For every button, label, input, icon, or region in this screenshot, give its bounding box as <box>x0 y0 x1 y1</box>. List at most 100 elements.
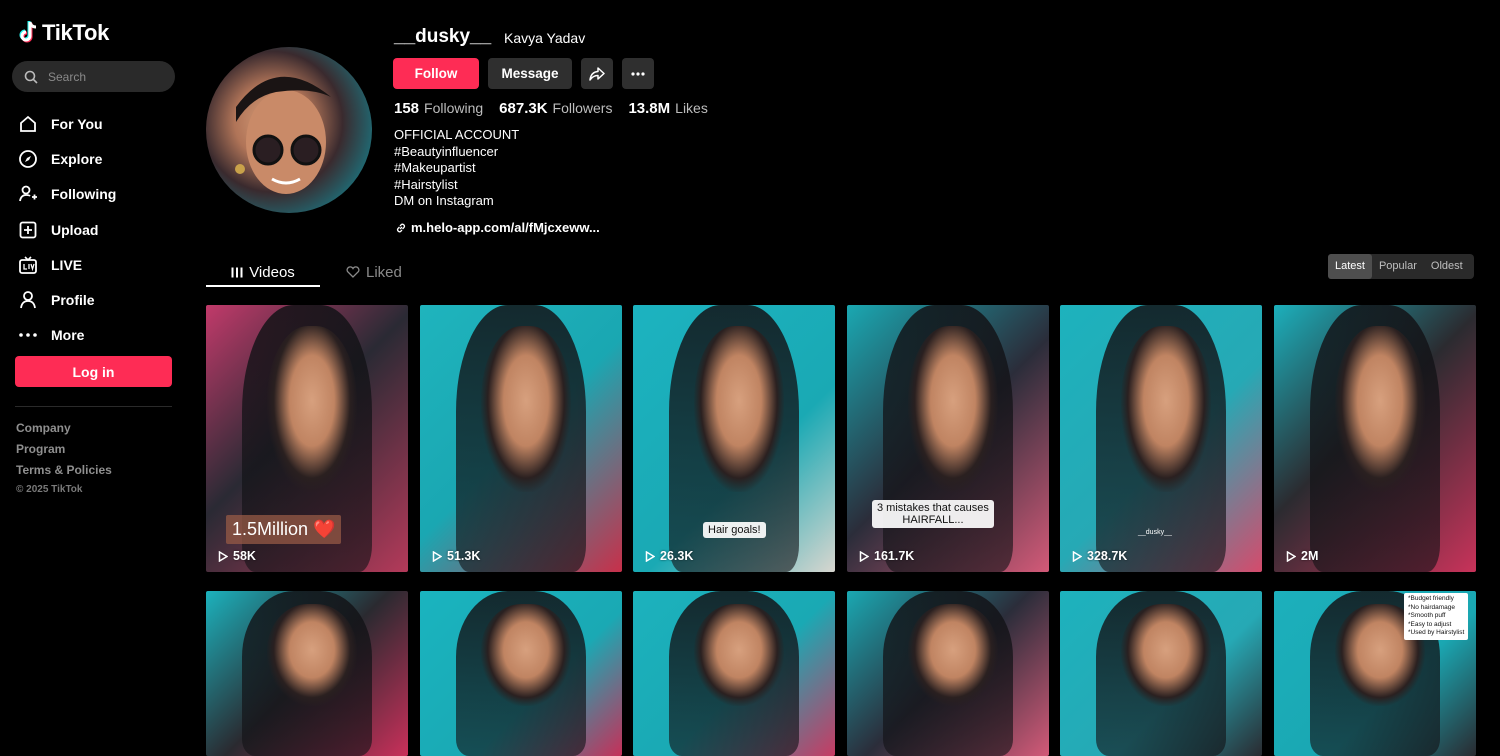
more-icon <box>18 325 38 345</box>
sidebar-item-for-you[interactable]: For You <box>18 106 178 141</box>
profile-link[interactable]: m.helo-app.com/al/fMjcxeww... <box>395 220 600 235</box>
view-count: 58K <box>233 549 256 563</box>
profile-link-text: m.helo-app.com/al/fMjcxeww... <box>411 220 600 235</box>
home-icon <box>18 114 38 134</box>
search-icon <box>24 70 38 84</box>
sidebar: TikTok For You Explore Following Upload … <box>0 0 190 756</box>
profile-avatar <box>206 47 372 213</box>
view-count: 26.3K <box>660 549 694 563</box>
link-icon <box>396 223 406 232</box>
sidebar-item-upload[interactable]: Upload <box>18 212 178 247</box>
message-button[interactable]: Message <box>488 58 572 89</box>
video-caption: 3 mistakes that causes HAIRFALL... <box>872 500 994 528</box>
profile-username: __dusky__ <box>394 26 492 47</box>
share-button[interactable] <box>581 58 613 89</box>
sort-oldest[interactable]: Oldest <box>1424 254 1470 279</box>
video-thumbnail-face <box>1120 604 1212 707</box>
sidebar-item-live[interactable]: LIVE <box>18 247 178 282</box>
sidebar-item-label: Following <box>51 186 117 203</box>
video-card[interactable] <box>1060 591 1262 756</box>
video-thumbnail-face <box>480 326 572 492</box>
video-watermark: __dusky__ <box>1138 529 1172 536</box>
video-card[interactable]: 2M <box>1274 305 1476 572</box>
login-button[interactable]: Log in <box>15 356 172 387</box>
footer-link-program[interactable]: Program <box>16 442 112 463</box>
bio-line: #Makeupartist <box>394 160 476 175</box>
follow-button[interactable]: Follow <box>393 58 479 89</box>
tiktok-logo[interactable]: TikTok <box>18 20 109 46</box>
avatar-image <box>235 76 331 194</box>
sidebar-item-profile[interactable]: Profile <box>18 282 178 317</box>
video-card[interactable]: Hair goals! 26.3K <box>633 305 835 572</box>
video-views: 328.7K <box>1072 549 1127 563</box>
video-views: 51.3K <box>432 549 480 563</box>
profile-stats: 158 Following 687.3K Followers 13.8M Lik… <box>394 100 724 117</box>
video-card[interactable] <box>420 591 622 756</box>
profile-bio: OFFICIAL ACCOUNT #Beautyinfluencer #Make… <box>394 127 519 210</box>
video-thumbnail-face <box>480 604 572 707</box>
compass-icon <box>18 149 38 169</box>
live-icon <box>18 255 38 275</box>
tiktok-wordmark: TikTok <box>42 20 110 45</box>
sort-latest[interactable]: Latest <box>1328 254 1372 279</box>
sort-popular[interactable]: Popular <box>1372 254 1424 279</box>
video-views: 161.7K <box>859 549 914 563</box>
sidebar-item-label: Explore <box>51 150 103 167</box>
tab-videos-label: Videos <box>249 263 295 281</box>
view-count: 2M <box>1301 549 1319 563</box>
following-label: Following <box>424 100 484 116</box>
play-icon <box>218 550 228 562</box>
more-options-button[interactable] <box>622 58 654 89</box>
ellipsis-icon <box>631 71 645 76</box>
play-icon <box>1072 550 1082 562</box>
following-count[interactable]: 158 <box>394 100 419 117</box>
video-note: *Budget friendly *No hairdamage *Smooth … <box>1404 593 1469 640</box>
play-icon <box>432 550 442 562</box>
search-box[interactable] <box>12 61 175 92</box>
video-card[interactable]: 3 mistakes that causes HAIRFALL... 161.7… <box>847 305 1049 572</box>
search-input[interactable] <box>46 68 170 85</box>
videos-grid-icon <box>231 267 243 277</box>
footer-link-terms[interactable]: Terms & Policies <box>16 463 112 484</box>
video-caption: Hair goals! <box>703 522 766 538</box>
footer-link-company[interactable]: Company <box>16 421 112 442</box>
sidebar-item-following[interactable]: Following <box>18 177 178 212</box>
view-count: 51.3K <box>447 549 481 563</box>
video-card[interactable] <box>847 591 1049 756</box>
video-card[interactable]: 51.3K <box>420 305 622 572</box>
video-views: 26.3K <box>645 549 693 563</box>
video-overlay-text: 1.5Million ❤️ <box>226 515 342 544</box>
video-thumbnail-face <box>266 326 358 492</box>
sidebar-item-explore[interactable]: Explore <box>18 141 178 176</box>
tab-liked[interactable]: Liked <box>346 259 402 285</box>
play-icon <box>645 550 655 562</box>
view-count: 161.7K <box>874 549 915 563</box>
bio-line: OFFICIAL ACCOUNT <box>394 127 520 142</box>
sidebar-nav: For You Explore Following Upload LIVE Pr… <box>18 106 178 353</box>
video-views: 2M <box>1286 549 1318 563</box>
sidebar-divider <box>15 406 172 407</box>
sidebar-item-label: LIVE <box>51 256 83 273</box>
video-card[interactable]: 1.5Million ❤️ 58K <box>206 305 408 572</box>
bio-line: #Hairstylist <box>394 176 458 192</box>
tab-videos[interactable]: Videos <box>206 259 320 287</box>
sidebar-item-label: More <box>51 327 85 344</box>
bio-line: #Beautyinfluencer <box>394 143 499 159</box>
followers-label: Followers <box>552 100 613 116</box>
profile-nickname: Kavya Yadav <box>504 30 586 46</box>
liked-heart-icon <box>346 266 360 278</box>
sidebar-item-more[interactable]: More <box>18 318 178 353</box>
video-card[interactable]: __dusky__ 328.7K <box>1060 305 1262 572</box>
tiktok-logo-icon <box>19 21 37 43</box>
likes-label: Likes <box>675 100 708 116</box>
video-thumbnail-face <box>1334 326 1426 492</box>
sidebar-item-label: Profile <box>51 292 95 309</box>
upload-icon <box>18 220 38 240</box>
video-card[interactable] <box>633 591 835 756</box>
video-views: 58K <box>218 549 256 563</box>
video-card[interactable] <box>206 591 408 756</box>
bio-line: DM on Instagram <box>394 193 494 208</box>
followers-count[interactable]: 687.3K <box>499 100 547 117</box>
video-thumbnail-face <box>907 604 999 707</box>
video-card[interactable]: *Budget friendly *No hairdamage *Smooth … <box>1274 591 1476 756</box>
